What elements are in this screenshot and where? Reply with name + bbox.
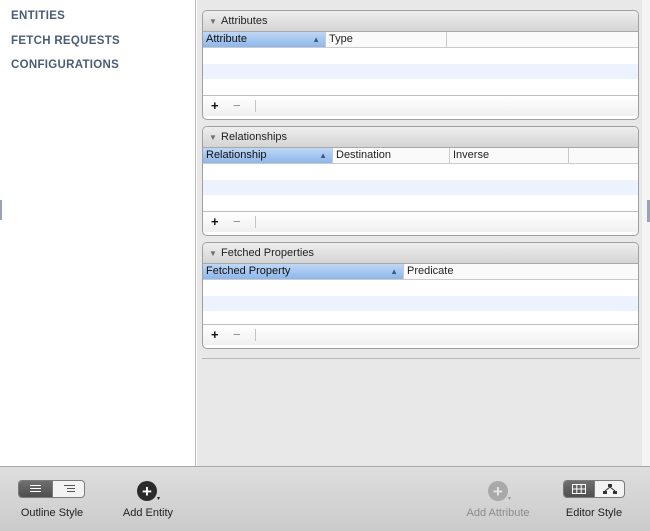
disclosure-triangle-icon[interactable]: ▼: [209, 133, 221, 142]
column-header-inverse[interactable]: Inverse: [450, 148, 569, 163]
fetched-properties-section-header: ▼ Fetched Properties: [203, 243, 638, 264]
relationships-section-footer: + −: [203, 211, 638, 232]
disclosure-triangle-icon[interactable]: ▼: [209, 249, 221, 258]
add-attribute-button[interactable]: +: [488, 481, 508, 501]
column-header-fetched-property-label: Fetched Property: [206, 265, 291, 277]
editor-divider: [202, 358, 640, 359]
disclosure-triangle-icon[interactable]: ▼: [209, 17, 221, 26]
column-header-fetched-property[interactable]: Fetched Property ▲: [203, 264, 404, 279]
table-row[interactable]: [203, 295, 638, 312]
relationships-section: ▼ Relationships Relationship ▲ Destinati…: [202, 126, 639, 236]
data-model-editor-window: ENTITIES FETCH REQUESTS CONFIGURATIONS ▼…: [0, 0, 650, 531]
indented-list-icon: [64, 485, 75, 492]
column-header-filler: [569, 148, 638, 163]
attributes-section-header: ▼ Attributes: [203, 11, 638, 32]
add-attribute-row-button[interactable]: +: [211, 99, 233, 113]
add-attribute-label: Add Attribute: [466, 507, 530, 519]
column-header-type-label: Type: [329, 33, 353, 45]
add-entity-label: Add Entity: [122, 507, 174, 519]
table-row[interactable]: [203, 48, 638, 64]
table-row[interactable]: [203, 164, 638, 180]
column-header-destination[interactable]: Destination: [333, 148, 450, 163]
relationships-section-title: Relationships: [221, 131, 288, 143]
column-header-relationship[interactable]: Relationship ▲: [203, 148, 333, 163]
column-header-filler: [447, 32, 638, 47]
remove-fetched-property-row-button[interactable]: −: [233, 328, 255, 342]
model-outline-sidebar: ENTITIES FETCH REQUESTS CONFIGURATIONS: [0, 0, 196, 466]
sidebar-item-fetch-requests[interactable]: FETCH REQUESTS: [11, 35, 120, 47]
table-row[interactable]: [203, 195, 638, 211]
sort-ascending-icon: ▲: [390, 267, 398, 276]
fetched-properties-table-header: Fetched Property ▲ Predicate: [203, 264, 638, 280]
table-row[interactable]: [203, 63, 638, 80]
attributes-section-footer: + −: [203, 95, 638, 116]
remove-attribute-row-button[interactable]: −: [233, 99, 255, 113]
add-fetched-property-row-button[interactable]: +: [211, 328, 233, 342]
relationships-table-body[interactable]: [203, 164, 638, 211]
column-header-attribute[interactable]: Attribute ▲: [203, 32, 326, 47]
table-row[interactable]: [203, 280, 638, 296]
editor-style-table-button[interactable]: [564, 481, 594, 497]
remove-relationship-row-button[interactable]: −: [233, 215, 255, 229]
entity-editor-pane: ▼ Attributes Attribute ▲ Type + − ▼ Rela…: [197, 0, 650, 466]
attributes-section: ▼ Attributes Attribute ▲ Type + −: [202, 10, 639, 120]
fetched-properties-section-footer: + −: [203, 324, 638, 345]
outline-style-segmented-control[interactable]: [18, 480, 85, 498]
plus-circle-icon: +: [142, 481, 152, 501]
column-header-inverse-label: Inverse: [453, 149, 490, 161]
add-relationship-row-button[interactable]: +: [211, 215, 233, 229]
relationships-section-header: ▼ Relationships: [203, 127, 638, 148]
footer-divider: [255, 216, 256, 228]
outline-style-label: Outline Style: [20, 507, 84, 519]
list-lines-icon: [30, 485, 41, 492]
column-header-relationship-label: Relationship: [206, 149, 267, 161]
footer-divider: [255, 329, 256, 341]
column-header-attribute-label: Attribute: [206, 33, 247, 45]
sidebar-item-entities[interactable]: ENTITIES: [11, 10, 65, 22]
sidebar-item-configurations[interactable]: CONFIGURATIONS: [11, 59, 119, 71]
graph-diagram-icon: [603, 484, 617, 494]
attributes-table-body[interactable]: [203, 48, 638, 95]
editor-style-label: Editor Style: [565, 507, 623, 519]
footer-divider: [255, 100, 256, 112]
editor-style-segmented-control[interactable]: [563, 480, 625, 498]
sidebar-resize-edge: [0, 200, 2, 220]
table-grid-icon: [572, 484, 586, 494]
add-entity-button[interactable]: +: [137, 481, 157, 501]
relationships-table-header: Relationship ▲ Destination Inverse: [203, 148, 638, 164]
table-row[interactable]: [203, 79, 638, 95]
outline-style-hierarchy-button[interactable]: [52, 481, 84, 497]
fetched-properties-section-title: Fetched Properties: [221, 247, 314, 259]
attributes-table-header: Attribute ▲ Type: [203, 32, 638, 48]
bottom-toolbar: Outline Style + ▾ Add Entity + ▾ Add Att…: [0, 466, 650, 531]
outline-style-list-button[interactable]: [19, 481, 52, 497]
dropdown-caret-icon: ▾: [157, 496, 161, 502]
column-header-predicate-label: Predicate: [407, 265, 454, 277]
column-header-destination-label: Destination: [336, 149, 392, 161]
column-header-predicate[interactable]: Predicate: [404, 264, 638, 279]
sort-ascending-icon: ▲: [312, 35, 320, 44]
plus-circle-icon: +: [493, 481, 503, 501]
sort-ascending-icon: ▲: [319, 151, 327, 160]
dropdown-caret-icon: ▾: [508, 496, 512, 502]
attributes-section-title: Attributes: [221, 15, 268, 27]
editor-style-graph-button[interactable]: [594, 481, 624, 497]
column-header-type[interactable]: Type: [326, 32, 447, 47]
fetched-properties-table-body[interactable]: [203, 280, 638, 324]
table-row[interactable]: [203, 179, 638, 196]
fetched-properties-section: ▼ Fetched Properties Fetched Property ▲ …: [202, 242, 639, 349]
